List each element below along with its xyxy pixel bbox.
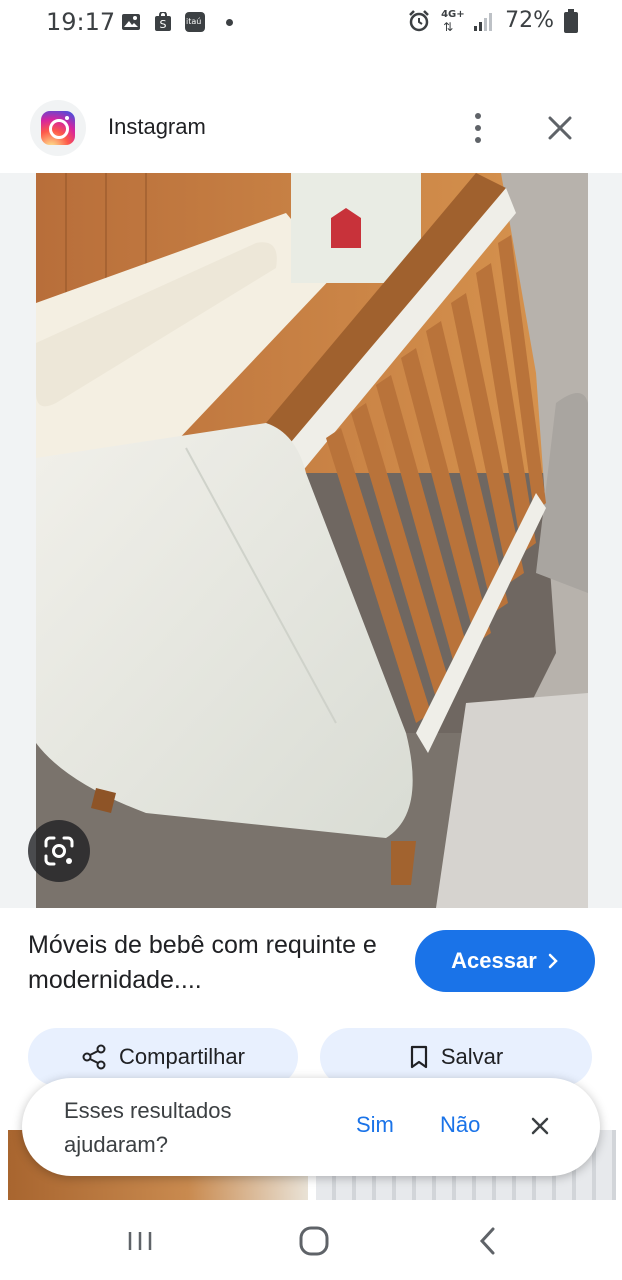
close-button[interactable]	[542, 110, 578, 146]
crib-photo	[36, 173, 588, 908]
status-right: 4G+ ⇅ 72%	[407, 8, 578, 34]
feedback-question: Esses resultados ajudaram?	[64, 1098, 232, 1157]
bookmark-icon	[410, 1045, 427, 1069]
svg-text:S: S	[160, 18, 167, 31]
share-icon	[82, 1044, 106, 1070]
dot-icon	[226, 19, 233, 26]
recent-apps-icon[interactable]	[127, 1230, 153, 1252]
itau-label: itaú	[186, 17, 202, 26]
source-name[interactable]: Instagram	[108, 114, 206, 140]
instagram-icon	[41, 111, 75, 145]
network-label: 4G+	[441, 8, 465, 20]
battery-icon	[564, 8, 578, 33]
feedback-close-icon[interactable]	[528, 1114, 552, 1138]
battery-percent: 72%	[505, 8, 554, 33]
feedback-no-button[interactable]: Não	[440, 1112, 480, 1138]
visit-button[interactable]: Acessar	[415, 930, 595, 992]
visit-label: Acessar	[451, 948, 537, 973]
google-lens-icon	[44, 836, 74, 866]
more-options-button[interactable]	[464, 110, 492, 146]
gallery-icon	[122, 14, 140, 30]
back-icon[interactable]	[476, 1226, 500, 1256]
save-label: Salvar	[440, 1044, 504, 1069]
google-lens-button[interactable]	[28, 820, 90, 882]
status-bar: 19:17 S itaú 4G+ ⇅ 72%	[0, 0, 622, 48]
alarm-icon	[409, 9, 429, 31]
share-label: Compartilhar	[119, 1044, 245, 1069]
result-image[interactable]	[36, 173, 588, 908]
status-time: 19:17	[46, 8, 116, 36]
signal-icon	[474, 12, 493, 31]
shop-icon: S	[155, 12, 171, 31]
result-title[interactable]: Móveis de bebê com requinte e modernidad…	[28, 928, 398, 998]
more-vert-icon	[475, 113, 481, 119]
feedback-card: Esses resultados ajudaram? Sim Não	[22, 1078, 600, 1176]
itau-icon: itaú	[185, 12, 205, 32]
network-icon: 4G+ ⇅	[441, 8, 465, 34]
instagram-logo	[30, 100, 86, 156]
chevron-right-icon	[548, 953, 558, 969]
home-icon[interactable]	[299, 1226, 329, 1256]
feedback-yes-button[interactable]: Sim	[356, 1112, 394, 1138]
